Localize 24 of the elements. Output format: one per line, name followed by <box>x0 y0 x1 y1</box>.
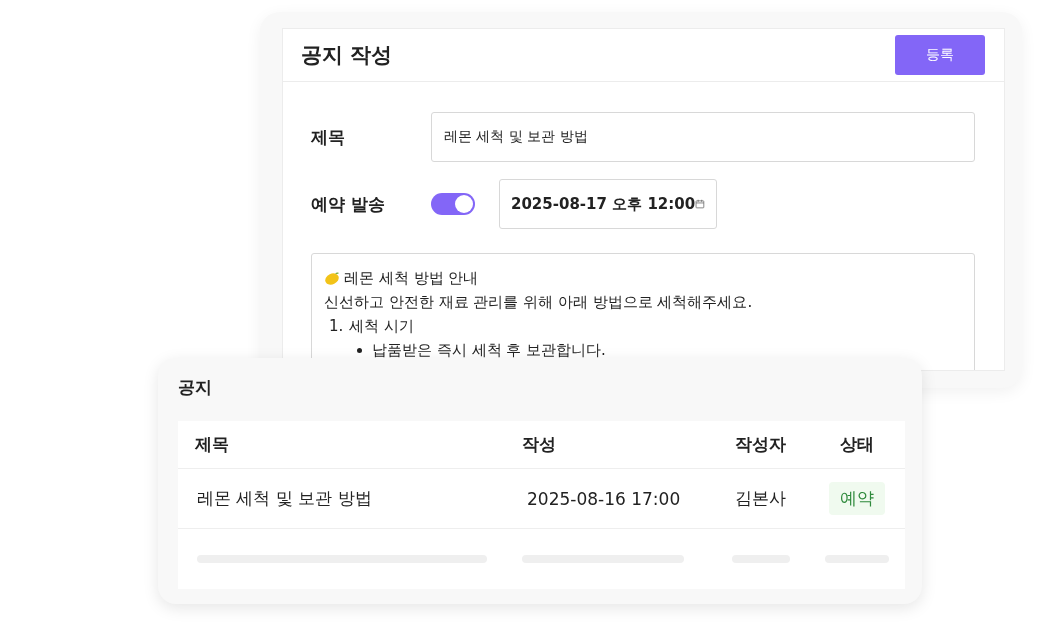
table-cell-text: 김본사 <box>734 487 787 510</box>
field-label: 제목 <box>311 125 346 149</box>
column-header: 상태 <box>838 433 875 456</box>
title-input[interactable]: 레몬 세척 및 보관 방법 <box>431 112 975 162</box>
bullet-icon <box>357 347 362 353</box>
submit-button[interactable]: 등록 <box>895 35 985 75</box>
editor-paragraph: 신선하고 안전한 재료 관리를 위해 아래 방법으로 세척해주세요. <box>324 292 753 312</box>
column-header: 제목 <box>194 433 230 456</box>
schedule-toggle[interactable] <box>431 193 475 215</box>
list-title: 공지 <box>178 376 213 399</box>
table-cell-text: 2025-08-16 17:00 <box>526 488 682 509</box>
field-label: 예약 발송 <box>311 192 386 216</box>
lemon-icon <box>324 271 340 285</box>
list-number: 1. <box>329 317 344 335</box>
status-badge: 예약 <box>828 482 885 515</box>
column-header: 작성 <box>521 433 557 456</box>
list-item: 세척 시기 <box>349 316 415 336</box>
column-header: 작성자 <box>734 433 787 456</box>
form-title: 공지 작성 <box>301 42 393 69</box>
calendar-icon <box>695 197 705 211</box>
editor-heading: 레몬 세척 방법 안내 <box>344 268 479 288</box>
list-item: 납품받은 즉시 세척 후 보관합니다. <box>372 340 606 360</box>
table-cell-text: 레몬 세척 및 보관 방법 <box>196 487 373 510</box>
date-field[interactable]: 2025-08-17 오후 12:00 <box>499 179 717 229</box>
